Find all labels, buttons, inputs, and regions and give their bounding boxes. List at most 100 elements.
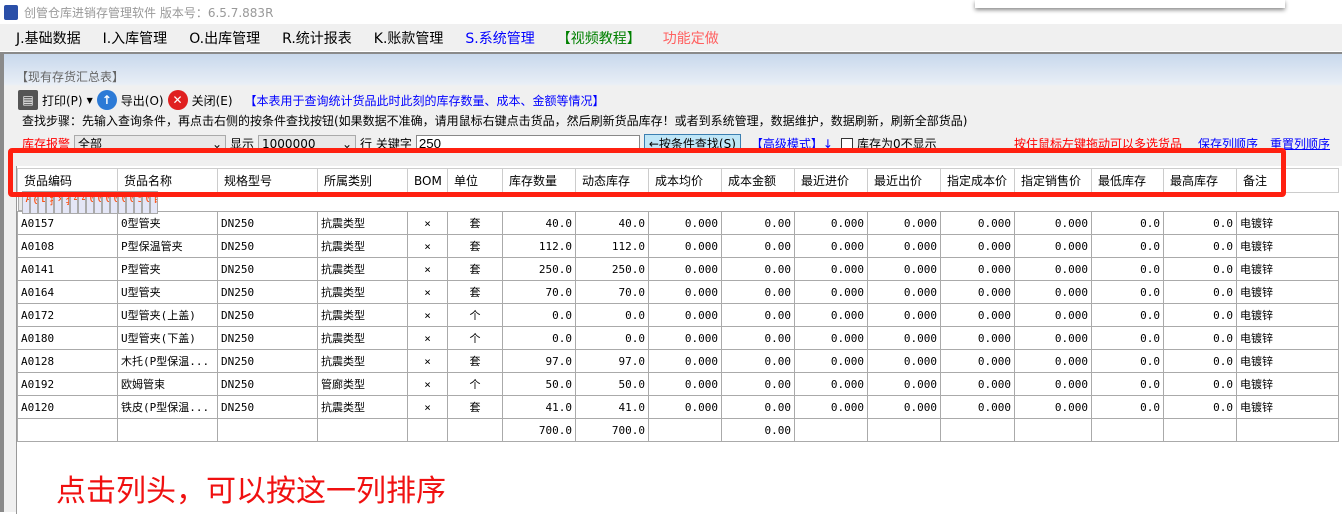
table-cell: 0.000 — [1014, 234, 1092, 258]
menu-item[interactable]: K.账款管理 — [374, 28, 444, 48]
print-button[interactable]: 打印(P) — [42, 92, 83, 109]
table-cell: 0.0 — [1163, 349, 1237, 373]
table-cell: 0.000 — [794, 257, 868, 281]
menu-item[interactable]: 功能定做 — [663, 28, 719, 48]
table-row[interactable]: A0128 木托(P型保温... DN250 抗震类型 × 套 97.0 97.0 0.000 0… — [17, 349, 1339, 373]
table-cell: 电镀锌 — [1236, 211, 1339, 235]
table-cell: DN250 — [217, 234, 318, 258]
table-cell: 250.0 — [575, 257, 649, 281]
window-frame: 【现有存货汇总表】 ▤ 打印(P) ▼ ↑ 导出(O) ✕ 关闭(E) 【本表用于… — [0, 52, 1342, 514]
total-cell — [1163, 418, 1237, 442]
table-cell: 0.000 — [648, 257, 722, 281]
table-cell: A0172 — [17, 303, 118, 327]
table-cell: 电镀锌 — [1236, 372, 1339, 396]
table-cell: × — [407, 211, 448, 235]
table-cell: 0.000 — [867, 395, 941, 419]
table-row[interactable]: A0157 0型管夹 DN250 抗震类型 × 套 40.0 40.0 0.000 0.00 0.0… — [17, 211, 1339, 235]
table-cell: 0.000 — [648, 372, 722, 396]
totals-row: 700.0 700.0 0.00 — [17, 418, 1339, 442]
table-cell: U型管夹(上盖) — [117, 303, 218, 327]
table-cell: 50.0 — [502, 372, 576, 396]
table-cell: × — [407, 349, 448, 373]
table-cell: 0.000 — [940, 211, 1015, 235]
table-cell: 0.0 — [1091, 234, 1164, 258]
table-cell: 套 — [447, 280, 503, 304]
info-text: 【本表用于查询统计货品此时此刻的库存数量、成本、金额等情况】 — [244, 93, 605, 108]
table-cell: 50.0 — [575, 372, 649, 396]
table-cell: A0141 — [17, 257, 118, 281]
table-cell: 0.000 — [648, 303, 722, 327]
total-cell — [1236, 418, 1339, 442]
menu-item[interactable]: J.基础数据 — [16, 28, 81, 48]
table-cell: 41.0 — [502, 395, 576, 419]
table-cell: 抗震类型 — [317, 234, 408, 258]
table-cell: 0型管夹 — [117, 211, 218, 235]
table-cell: 0.00 — [721, 372, 795, 396]
table-cell: 70.0 — [575, 280, 649, 304]
table-cell: DN250 — [217, 257, 318, 281]
total-cell: 0.00 — [721, 418, 795, 442]
table-cell: 0.0 — [1091, 326, 1164, 350]
table-row[interactable]: A0180 U型管夹(下盖) DN250 抗震类型 × 个 0.0 0.0 0.000 0.00 0… — [17, 326, 1339, 350]
table-cell: 0.000 — [794, 326, 868, 350]
menu-item[interactable]: R.统计报表 — [282, 28, 352, 48]
table-cell: 0.000 — [648, 280, 722, 304]
table-row[interactable]: A0141 P型管夹 DN250 抗震类型 × 套 250.0 250.0 0.000 0.00 0… — [17, 257, 1339, 281]
table-cell: A0128 — [17, 349, 118, 373]
table-cell: 电镀锌 — [1236, 349, 1339, 373]
table-cell: × — [407, 372, 448, 396]
table-cell: 电镀锌 — [1236, 234, 1339, 258]
table-cell: 112.0 — [502, 234, 576, 258]
table-cell: 0.0 — [1163, 234, 1237, 258]
table-row[interactable]: A0120 铁皮(P型保温... DN250 抗震类型 × 套 41.0 41.0 0.000 0… — [17, 395, 1339, 419]
table-cell: × — [407, 257, 448, 281]
table-cell: 0.000 — [867, 349, 941, 373]
total-cell — [940, 418, 1015, 442]
table-row[interactable]: A0172 U型管夹(上盖) DN250 抗震类型 × 个 0.0 0.0 0.000 0.00 0… — [17, 303, 1339, 327]
table-cell: 个 — [447, 372, 503, 396]
table-cell: A0120 — [17, 395, 118, 419]
menu-item[interactable]: O.出库管理 — [189, 28, 260, 48]
table-cell: 管廊类型 — [317, 372, 408, 396]
table-cell: 0.000 — [648, 349, 722, 373]
table-cell: 个 — [447, 303, 503, 327]
total-cell: 700.0 — [502, 418, 576, 442]
menu-item[interactable]: I.入库管理 — [103, 28, 168, 48]
print-dropdown-icon[interactable]: ▼ — [87, 96, 93, 105]
table-cell: 40.0 — [575, 211, 649, 235]
table-cell: 套 — [447, 395, 503, 419]
table-cell: 97.0 — [502, 349, 576, 373]
table-cell: 0.000 — [867, 257, 941, 281]
table-cell: 0.000 — [1014, 326, 1092, 350]
table-cell: 0.000 — [940, 280, 1015, 304]
menu-item[interactable]: 【视频教程】 — [557, 28, 641, 48]
table-cell: 套 — [447, 349, 503, 373]
table-cell: DN250 — [217, 395, 318, 419]
table-cell: 0.0 — [1163, 211, 1237, 235]
table-cell: 0.000 — [940, 372, 1015, 396]
export-button[interactable]: 导出(O) — [121, 92, 164, 109]
close-button[interactable]: 关闭(E) — [192, 92, 233, 109]
table-row[interactable]: A0164 U型管夹 DN250 抗震类型 × 套 70.0 70.0 0.000 0.00 0.0… — [17, 280, 1339, 304]
total-cell — [867, 418, 941, 442]
menu-item[interactable]: S.系统管理 — [465, 28, 534, 48]
table-cell: 0.000 — [867, 211, 941, 235]
table-cell: 97.0 — [575, 349, 649, 373]
table-cell: 0.0 — [502, 303, 576, 327]
table-cell: U型管夹 — [117, 280, 218, 304]
table-cell: 套 — [447, 234, 503, 258]
table-cell: 0.00 — [721, 395, 795, 419]
table-cell: 0.000 — [940, 349, 1015, 373]
table-cell: 0.000 — [648, 395, 722, 419]
table-cell: 套 — [447, 211, 503, 235]
table-cell: A0180 — [17, 326, 118, 350]
table-row[interactable]: A0108 P型保温管夹 DN250 抗震类型 × 套 112.0 112.0 0.000 0.0… — [17, 234, 1339, 258]
table-cell: 0.0 — [1091, 257, 1164, 281]
table-row[interactable]: A0192 欧姆管束 DN250 管廊类型 × 个 50.0 50.0 0.000 0.00 0.0… — [17, 372, 1339, 396]
table-cell: 0.000 — [1014, 211, 1092, 235]
printer-icon: ▤ — [18, 90, 38, 110]
total-cell — [217, 418, 318, 442]
table-cell: 木托(P型保温... — [117, 349, 218, 373]
table-cell: 0.0 — [1091, 395, 1164, 419]
table-cell: U型管夹(下盖) — [117, 326, 218, 350]
